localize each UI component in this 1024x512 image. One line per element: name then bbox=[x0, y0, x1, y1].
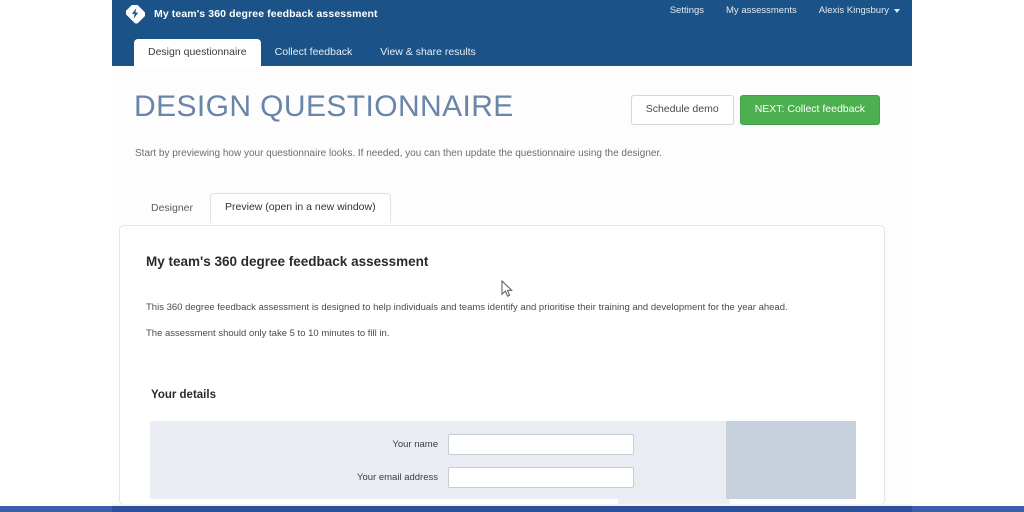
top-navigation: Settings My assessments Alexis Kingsbury bbox=[670, 5, 900, 16]
topnav-user-label: Alexis Kingsbury bbox=[818, 5, 889, 16]
letterbox-right bbox=[912, 0, 1024, 512]
topnav-item-my-assessments[interactable]: My assessments bbox=[726, 5, 797, 16]
page-header-actions: Schedule demo NEXT: Collect feedback bbox=[630, 95, 880, 125]
your-details-heading: Your details bbox=[151, 389, 216, 401]
app-header: My team's 360 degree feedback assessment… bbox=[112, 0, 912, 66]
page-title: DESIGN QUESTIONNAIRE bbox=[134, 90, 514, 123]
preview-paragraph-1: This 360 degree feedback assessment is d… bbox=[146, 301, 788, 313]
schedule-demo-button[interactable]: Schedule demo bbox=[630, 95, 734, 125]
preview-paragraph-2: The assessment should only take 5 to 10 … bbox=[146, 327, 390, 339]
lightning-bolt-badge-icon bbox=[126, 4, 145, 24]
topnav-item-settings[interactable]: Settings bbox=[670, 5, 704, 16]
letterbox-left bbox=[0, 0, 112, 512]
subtab-preview[interactable]: Preview (open in a new window) bbox=[210, 193, 391, 223]
your-details-form-panel: Your name Your email address bbox=[150, 421, 856, 499]
form-panel-accent-block bbox=[726, 421, 856, 499]
tab-view-share-results[interactable]: View & share results bbox=[366, 39, 490, 67]
tab-collect-feedback[interactable]: Collect feedback bbox=[261, 39, 367, 67]
topnav-user-menu[interactable]: Alexis Kingsbury bbox=[819, 5, 900, 16]
main-navigation-tabs: Design questionnaire Collect feedback Vi… bbox=[134, 36, 490, 66]
form-row-your-email: Your email address bbox=[150, 466, 634, 488]
your-email-label: Your email address bbox=[357, 471, 438, 483]
form-row-your-name: Your name bbox=[150, 433, 634, 455]
bottom-blue-bar bbox=[0, 506, 1024, 512]
next-collect-feedback-button[interactable]: NEXT: Collect feedback bbox=[739, 95, 880, 125]
chevron-down-icon bbox=[894, 8, 900, 13]
your-name-input[interactable] bbox=[448, 433, 634, 455]
questionnaire-preview-card: My team's 360 degree feedback assessment… bbox=[119, 225, 885, 505]
tab-design-questionnaire[interactable]: Design questionnaire bbox=[134, 38, 261, 66]
browser-viewport: My team's 360 degree feedback assessment… bbox=[112, 0, 912, 512]
sub-tabs: Designer Preview (open in a new window) bbox=[136, 193, 391, 223]
preview-heading: My team's 360 degree feedback assessment bbox=[146, 254, 429, 269]
bottom-blue-bar-inner bbox=[112, 506, 912, 512]
your-email-input[interactable] bbox=[448, 466, 634, 488]
subtab-designer[interactable]: Designer bbox=[136, 194, 208, 223]
page-content: DESIGN QUESTIONNAIRE Schedule demo NEXT:… bbox=[112, 66, 912, 506]
brand[interactable]: My team's 360 degree feedback assessment bbox=[126, 3, 378, 25]
brand-title: My team's 360 degree feedback assessment bbox=[154, 8, 378, 20]
page-subtitle: Start by previewing how your questionnai… bbox=[135, 148, 663, 159]
app-root: My team's 360 degree feedback assessment… bbox=[0, 0, 1024, 512]
your-name-label: Your name bbox=[392, 438, 438, 450]
